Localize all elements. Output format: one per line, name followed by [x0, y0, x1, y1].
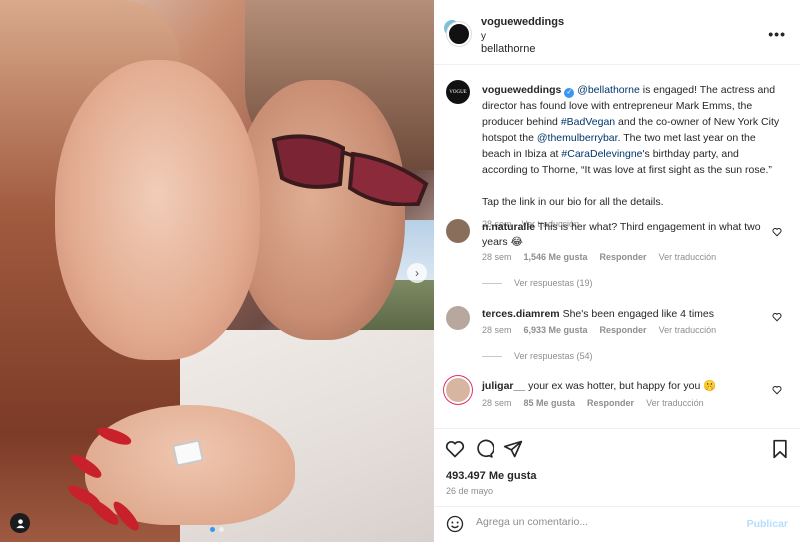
comment-avatar[interactable] — [446, 378, 470, 402]
caption-link[interactable]: #CaraDelevingne — [561, 148, 642, 160]
comment-likes[interactable]: 1,546 Me gusta — [524, 252, 588, 262]
photo-face-man — [235, 80, 405, 340]
carousel-dots — [210, 527, 224, 532]
comment-avatar[interactable] — [446, 219, 470, 243]
post-photo[interactable]: › — [0, 0, 434, 542]
photo-face-woman — [55, 60, 260, 360]
comment-username[interactable]: juligar__ — [482, 380, 525, 392]
comment-reply-button[interactable]: Responder — [587, 398, 634, 408]
comment-body: n.naturalle This is her what? Third enga… — [482, 220, 772, 250]
comment-translate[interactable]: Ver traducción — [659, 325, 717, 335]
comment-time[interactable]: 28 sem — [482, 252, 512, 262]
emoji-icon[interactable] — [446, 515, 464, 533]
caption-link[interactable]: @bellathorne — [577, 84, 640, 96]
replies-line — [482, 282, 502, 284]
comment-username[interactable]: terces.diamrem — [482, 308, 560, 320]
chevron-right-icon: › — [415, 266, 419, 280]
caption-avatar[interactable]: VOGUE — [446, 80, 470, 104]
caption-link[interactable]: #BadVegan — [561, 116, 615, 128]
post-side-panel: vogueweddings y bellathorne ••• VOGUE vo… — [434, 0, 800, 542]
share-icon[interactable] — [503, 439, 523, 459]
comment-translate[interactable]: Ver traducción — [646, 398, 704, 408]
caption-body: @bellathorne is engaged! The actress and… — [482, 84, 779, 176]
comment-meta: 28 sem 85 Me gusta Responder Ver traducc… — [482, 398, 704, 408]
add-comment-bar: Publicar — [434, 506, 800, 542]
comment-likes[interactable]: 6,933 Me gusta — [524, 325, 588, 335]
caption-text: vogueweddings ✓ @bellathorne is engaged!… — [482, 82, 782, 232]
heart-icon[interactable] — [772, 227, 782, 237]
view-replies-label[interactable]: Ver respuestas (19) — [514, 278, 593, 288]
comment-avatar[interactable] — [446, 306, 470, 330]
view-replies-label[interactable]: Ver respuestas (54) — [514, 351, 593, 361]
header-account-secondary[interactable]: bellathorne — [481, 43, 535, 55]
header-joiner: y — [481, 31, 486, 42]
comment-body: terces.diamrem She's been engaged like 4… — [482, 307, 772, 322]
post-date[interactable]: 26 de mayo — [446, 486, 493, 496]
carousel-dot — [219, 527, 224, 532]
comment-username[interactable]: n.naturalle — [482, 221, 535, 233]
replies-line — [482, 355, 502, 357]
avatar-primary[interactable] — [447, 22, 471, 46]
comment-text: She's been engaged like 4 times — [562, 308, 715, 320]
verified-badge-icon: ✓ — [564, 88, 575, 98]
comment-icon[interactable] — [474, 439, 494, 459]
likes-count[interactable]: 493.497 Me gusta — [446, 470, 537, 482]
post-header: vogueweddings y bellathorne ••• — [434, 0, 800, 65]
header-account-primary[interactable]: vogueweddings — [481, 16, 564, 28]
comment-reply-button[interactable]: Responder — [600, 325, 647, 335]
view-replies[interactable]: Ver respuestas (54) — [482, 351, 593, 361]
heart-icon[interactable] — [772, 385, 782, 395]
post-comment-button[interactable]: Publicar — [747, 518, 788, 530]
comment-meta: 28 sem 6,933 Me gusta Responder Ver trad… — [482, 325, 716, 335]
like-heart-icon[interactable] — [445, 439, 465, 459]
comment-text: your ex was hotter, but happy for you 🤫 — [528, 380, 717, 392]
heart-icon[interactable] — [772, 312, 782, 322]
user-icon — [15, 518, 25, 528]
bookmark-icon[interactable] — [770, 439, 790, 459]
comment-reply-button[interactable]: Responder — [600, 252, 647, 262]
comment-input[interactable] — [476, 516, 736, 528]
caption-username[interactable]: vogueweddings — [482, 84, 561, 96]
post-actions: 493.497 Me gusta 26 de mayo — [434, 428, 800, 508]
sunglasses-shape — [271, 134, 429, 206]
caption-line2: Tap the link in our bio for all the deta… — [482, 196, 664, 208]
comment-time[interactable]: 28 sem — [482, 325, 512, 335]
comment-translate[interactable]: Ver traducción — [659, 252, 717, 262]
comment-meta: 28 sem 1,546 Me gusta Responder Ver trad… — [482, 252, 716, 262]
more-horizontal-icon[interactable]: ••• — [768, 26, 786, 42]
comment-body: juligar__ your ex was hotter, but happy … — [482, 379, 772, 394]
comment-likes[interactable]: 85 Me gusta — [524, 398, 576, 408]
tagged-users-button[interactable] — [10, 513, 30, 533]
comment-time[interactable]: 28 sem — [482, 398, 512, 408]
carousel-dot-active — [210, 527, 215, 532]
next-photo-button[interactable]: › — [407, 263, 427, 283]
caption-link[interactable]: @themulberrybar — [537, 132, 618, 144]
view-replies[interactable]: Ver respuestas (19) — [482, 278, 593, 288]
